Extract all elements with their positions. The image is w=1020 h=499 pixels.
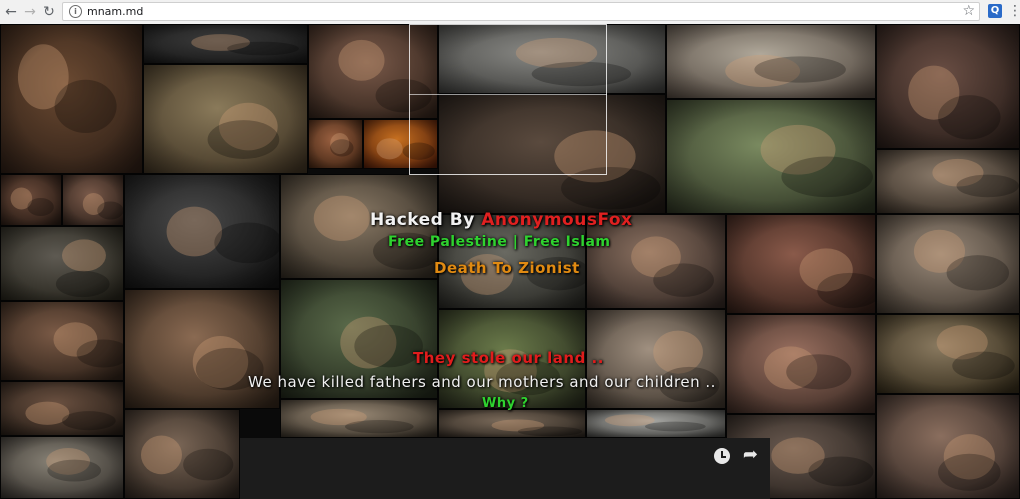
hacker-name: AnonymousFox [481,210,633,230]
collage-photo [143,64,308,174]
collage-photo [876,314,1020,394]
collage-photo [438,409,586,438]
collage-photo [62,174,124,226]
collage-photo [666,24,876,99]
collage-photo [308,119,363,169]
slogan-text: Death To Zionist [434,259,580,277]
collage-photo [0,436,124,499]
browser-toolbar: ← → ↻ i mnam.md ☆ Q ⋮ [0,0,1020,25]
extension-icon[interactable]: Q [988,4,1002,18]
collage-photo [666,99,876,214]
site-info-icon[interactable]: i [69,5,82,18]
collage-photo [586,309,726,409]
image-focus-line [409,94,607,95]
hacked-by-heading: Hacked By AnonymousFox [370,210,633,230]
collage-photo [876,149,1020,214]
collage-photo [143,24,308,64]
collage-photo [280,399,438,438]
killed-families-text: We have killed fathers and our mothers a… [248,373,716,391]
stole-land-text: They stole our land .. [413,349,604,367]
free-palestine-text: Free Palestine | Free Islam [388,234,611,250]
bookmark-star-icon[interactable]: ☆ [962,3,975,19]
why-text: Why ? [482,396,529,411]
collage-photo [124,409,240,499]
collage-photo [876,24,1020,149]
collage-photo [726,314,876,414]
collage-photo [0,301,124,381]
collage-photo [124,174,280,289]
image-focus-frame [409,24,607,175]
collage-photo [0,381,124,436]
collage-photo [0,226,124,301]
collage-photo [876,214,1020,314]
watch-later-clock-icon[interactable] [714,448,730,464]
defaced-page: Hacked By AnonymousFox Free Palestine | … [0,24,1020,499]
collage-photo [124,289,280,409]
collage-photo [0,174,62,226]
hacked-by-prefix: Hacked By [370,210,482,230]
reload-icon[interactable]: ↻ [40,3,58,21]
browser-menu-icon[interactable]: ⋮ [1008,3,1020,19]
collage-photo [726,214,876,314]
collage-photo [586,409,726,438]
back-arrow-icon[interactable]: ← [2,3,20,21]
forward-arrow-icon[interactable]: → [21,3,39,21]
share-arrow-icon[interactable]: ➦ [743,446,758,464]
collage-photo [876,394,1020,499]
url-text[interactable]: mnam.md [87,5,143,18]
embedded-video-player[interactable]: ➦ [240,438,770,499]
address-bar[interactable]: i mnam.md ☆ [62,2,980,21]
collage-photo [0,24,143,174]
